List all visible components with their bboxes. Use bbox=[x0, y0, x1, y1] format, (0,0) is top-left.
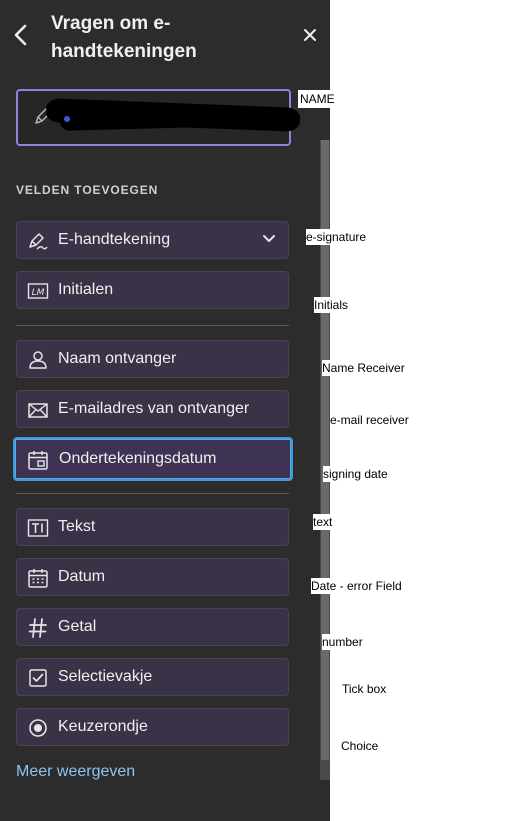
signer-color-dot bbox=[64, 116, 70, 122]
person-icon bbox=[27, 349, 49, 371]
chevron-left-icon bbox=[14, 24, 27, 46]
field-text[interactable]: Tekst bbox=[16, 508, 289, 546]
field-recipient-email[interactable]: E-mailadres van ontvanger bbox=[16, 390, 289, 428]
calendar-icon bbox=[27, 567, 49, 589]
svg-text:LM: LM bbox=[32, 288, 45, 298]
field-label: Ondertekeningsdatum bbox=[59, 450, 217, 467]
annotation-date: Date - error Field bbox=[311, 578, 402, 594]
field-label: Initialen bbox=[58, 281, 114, 298]
annotation-name-receiver: Name Receiver bbox=[322, 360, 405, 376]
field-initials[interactable]: LM Initialen bbox=[16, 271, 289, 309]
checkbox-icon bbox=[27, 667, 49, 689]
text-field-icon bbox=[27, 517, 49, 539]
panel-title: Vragen om e-handtekeningen bbox=[51, 13, 197, 62]
close-icon bbox=[304, 29, 316, 41]
initials-lm-icon: LM bbox=[27, 280, 49, 302]
annotation-email-receiver: e-mail receiver bbox=[330, 412, 409, 428]
field-label: Keuzerondje bbox=[58, 718, 148, 735]
hash-icon bbox=[27, 617, 49, 639]
close-button[interactable] bbox=[300, 25, 320, 45]
field-checkbox[interactable]: Selectievakje bbox=[16, 658, 289, 696]
field-recipient-name[interactable]: Naam ontvanger bbox=[16, 340, 289, 378]
field-label: E-mailadres van ontvanger bbox=[58, 400, 250, 417]
back-button[interactable] bbox=[10, 22, 32, 48]
field-number[interactable]: Getal bbox=[16, 608, 289, 646]
field-e-signature[interactable]: E-handtekening bbox=[16, 221, 289, 259]
field-date[interactable]: Datum bbox=[16, 558, 289, 596]
radio-icon bbox=[27, 717, 49, 739]
divider bbox=[16, 493, 289, 494]
show-more-link[interactable]: Meer weergeven bbox=[16, 763, 135, 781]
field-label: Tekst bbox=[58, 518, 96, 535]
divider bbox=[16, 325, 289, 326]
field-label: Getal bbox=[58, 618, 97, 635]
annotation-number: number bbox=[322, 634, 363, 650]
annotation-name: NAME bbox=[298, 90, 337, 108]
annotation-tick-box: Tick box bbox=[342, 681, 387, 697]
chevron-down-icon[interactable] bbox=[262, 234, 276, 244]
envelope-icon bbox=[27, 399, 49, 421]
annotation-initials: Initials bbox=[314, 297, 349, 313]
annotation-signing-date: signing date bbox=[323, 466, 388, 482]
field-label: Datum bbox=[58, 568, 106, 585]
section-label: VELDEN TOEVOEGEN bbox=[16, 183, 159, 197]
calendar-sign-icon bbox=[27, 449, 49, 471]
annotation-text: text bbox=[313, 514, 333, 530]
field-signing-date[interactable]: Ondertekeningsdatum bbox=[13, 437, 293, 481]
field-label: Naam ontvanger bbox=[58, 350, 177, 367]
annotation-e-signature: e-signature bbox=[306, 229, 367, 245]
annotation-choice: Choice bbox=[341, 738, 379, 754]
signature-pen-icon bbox=[27, 230, 49, 252]
field-label: E-handtekening bbox=[58, 231, 171, 248]
field-label: Selectievakje bbox=[58, 668, 153, 685]
e-signature-panel: Vragen om e-handtekeningen VELDEN TOEVOE… bbox=[0, 0, 330, 821]
field-radio[interactable]: Keuzerondje bbox=[16, 708, 289, 746]
